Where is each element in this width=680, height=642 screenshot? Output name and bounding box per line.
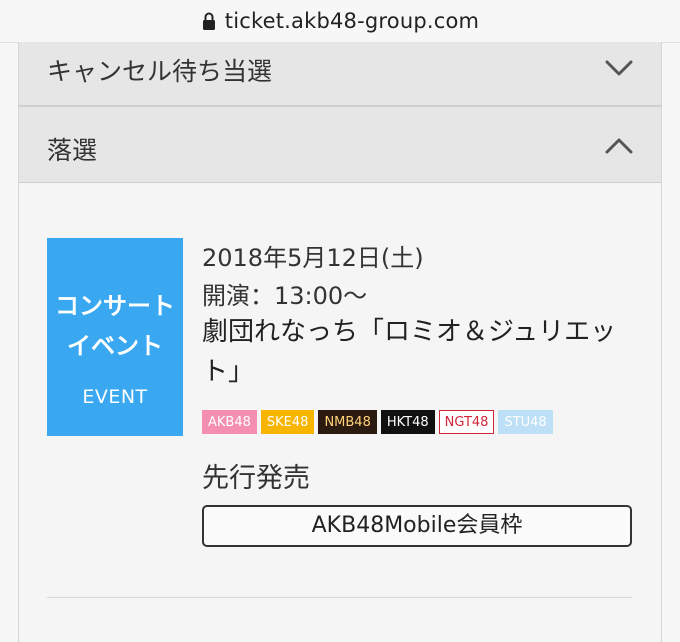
badge-line3: EVENT bbox=[82, 386, 148, 408]
chevron-down-icon[interactable] bbox=[605, 59, 633, 77]
group-tag-hkt48: HKT48 bbox=[380, 410, 435, 434]
badge-line1: コンサート bbox=[55, 292, 175, 320]
event-time: 開演：13:00～ bbox=[202, 282, 368, 310]
group-tag-ske48: SKE48 bbox=[260, 410, 315, 434]
accordion-lost[interactable]: 落選 bbox=[19, 106, 661, 183]
address-bar[interactable]: ticket.akb48-group.com bbox=[0, 0, 680, 43]
event-date: 2018年5月12日(土) bbox=[202, 244, 424, 272]
member-quota-button[interactable]: AKB48Mobile会員枠 bbox=[202, 505, 632, 547]
group-tag-ngt48: NGT48 bbox=[438, 410, 495, 434]
badge-line2: イベント bbox=[67, 332, 163, 360]
lock-icon bbox=[201, 11, 217, 31]
section-divider bbox=[47, 597, 632, 598]
chevron-up-icon[interactable] bbox=[605, 137, 633, 155]
sale-type-label: 先行発売 bbox=[202, 463, 310, 494]
group-tag-stu48: STU48 bbox=[498, 410, 553, 434]
url-text: ticket.akb48-group.com bbox=[224, 9, 480, 33]
accordion-label: 落選 bbox=[47, 136, 98, 165]
accordion-label: キャンセル待ち当選 bbox=[47, 57, 273, 86]
group-tags: AKB48 SKE48 NMB48 HKT48 NGT48 STU48 bbox=[202, 410, 553, 434]
group-tag-akb48: AKB48 bbox=[202, 410, 257, 434]
accordion-cancel-wait-won[interactable]: キャンセル待ち当選 bbox=[19, 42, 661, 106]
group-tag-nmb48: NMB48 bbox=[318, 410, 377, 434]
event-title[interactable]: 劇団れなっち「ロミオ＆ジュリエット」 bbox=[202, 312, 632, 392]
event-category-badge: コンサート イベント EVENT bbox=[47, 238, 183, 436]
